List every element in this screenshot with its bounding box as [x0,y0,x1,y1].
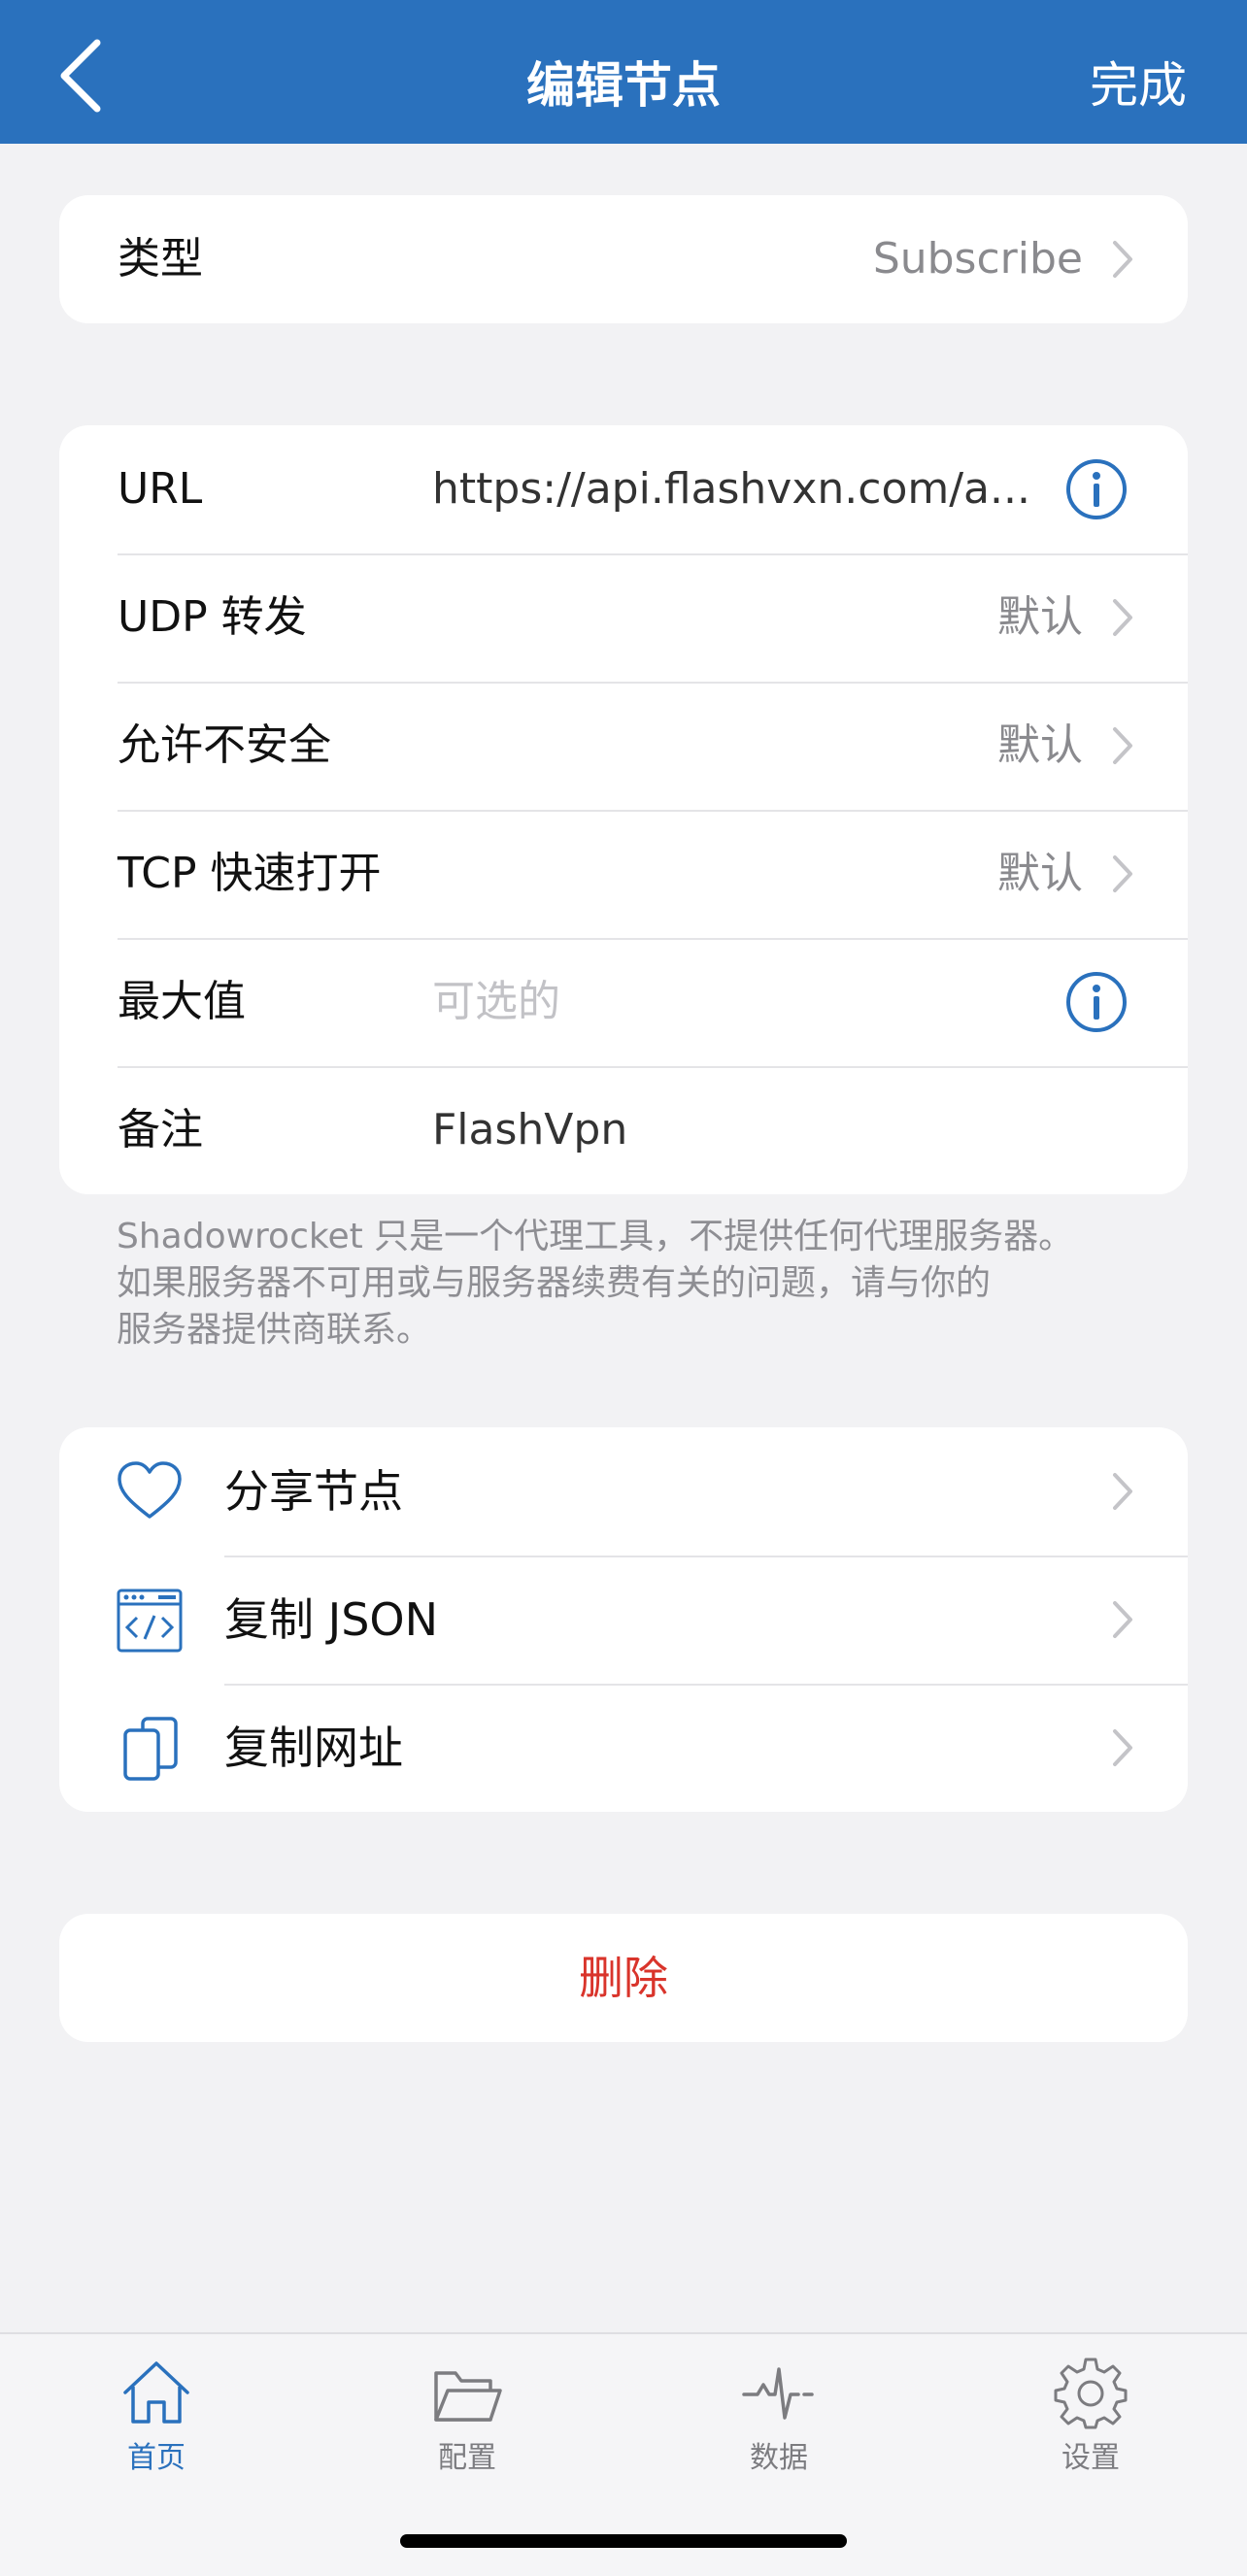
navigation-bar: 编辑节点 完成 [0,0,1247,144]
action-label: 分享节点 [224,1465,403,1518]
tab-home[interactable]: 首页 [79,2356,234,2476]
action-label: 复制网址 [224,1722,403,1774]
url-row[interactable]: URL https://api.flashvxn.com/a... [59,425,1188,553]
activity-icon [742,2367,814,2420]
tab-label: 设置 [1062,2441,1120,2475]
insecure-value: 默认 [997,720,1083,770]
max-field[interactable]: 可选的 [432,938,1073,1066]
page-title: 编辑节点 [526,57,721,114]
home-indicator [400,2534,847,2548]
action-label: 复制 JSON [224,1593,439,1646]
heart-icon [118,1461,182,1519]
delete-label: 删除 [579,1952,668,2004]
folder-icon [434,2371,502,2422]
remark-label: 备注 [118,1105,203,1154]
info-icon[interactable] [1065,971,1128,1033]
settings-card: URL https://api.flashvxn.com/a... UDP 转发… [59,425,1188,1194]
disclaimer-note: Shadowrocket 只是一个代理工具，不提供任何代理服务器。 如果服务器不… [117,1214,1165,1354]
url-label: URL [118,464,203,514]
tab-settings[interactable]: 设置 [1013,2356,1168,2476]
tfo-row[interactable]: TCP 快速打开 默认 [59,810,1188,938]
type-label: 类型 [118,234,203,284]
insecure-row[interactable]: 允许不安全 默认 [59,682,1188,810]
note-line: 服务器提供商联系。 [117,1310,432,1350]
copy-icon [123,1717,178,1781]
chevron-right-icon [1113,1473,1132,1510]
copy-json-button[interactable]: 复制 JSON [59,1556,1188,1684]
tab-label: 数据 [750,2441,808,2475]
tfo-value: 默认 [997,849,1083,898]
delete-button[interactable]: 删除 [59,1914,1188,2042]
remark-row[interactable]: 备注 FlashVpn [59,1066,1188,1194]
tab-label: 首页 [127,2441,185,2475]
note-line: 如果服务器不可用或与服务器续费有关的问题，请与你的 [117,1263,992,1303]
url-field[interactable]: https://api.flashvxn.com/a... [432,425,1073,553]
chevron-right-icon [1113,1601,1132,1638]
max-row[interactable]: 最大值 可选的 [59,938,1188,1066]
tfo-label: TCP 快速打开 [118,849,382,898]
chevron-right-icon [1113,599,1132,636]
chevron-right-icon [1113,727,1132,764]
actions-card: 分享节点 复制 JSON 复制网址 [59,1427,1188,1812]
copy-url-button[interactable]: 复制网址 [59,1684,1188,1812]
udp-label: UDP 转发 [118,592,307,642]
code-window-icon [117,1589,183,1653]
remark-field[interactable]: FlashVpn [432,1066,1073,1194]
tab-label: 配置 [438,2441,496,2475]
chevron-right-icon [1113,855,1132,892]
type-value: Subscribe [872,234,1083,284]
udp-row[interactable]: UDP 转发 默认 [59,553,1188,682]
chevron-right-icon [1113,1729,1132,1766]
max-label: 最大值 [118,977,246,1026]
home-icon [123,2361,189,2424]
chevron-right-icon [1113,241,1132,278]
type-row[interactable]: 类型 Subscribe [59,195,1188,323]
udp-value: 默认 [997,592,1083,642]
info-icon[interactable] [1065,458,1128,520]
tab-data[interactable]: 数据 [701,2356,857,2476]
type-card: 类型 Subscribe [59,195,1188,323]
note-line: Shadowrocket 只是一个代理工具，不提供任何代理服务器。 [117,1217,1074,1256]
gear-icon [1054,2358,1128,2429]
tab-config[interactable]: 配置 [389,2356,545,2476]
done-button[interactable]: 完成 [1090,47,1187,117]
share-node-button[interactable]: 分享节点 [59,1427,1188,1556]
delete-card: 删除 [59,1914,1188,2042]
insecure-label: 允许不安全 [118,720,331,770]
